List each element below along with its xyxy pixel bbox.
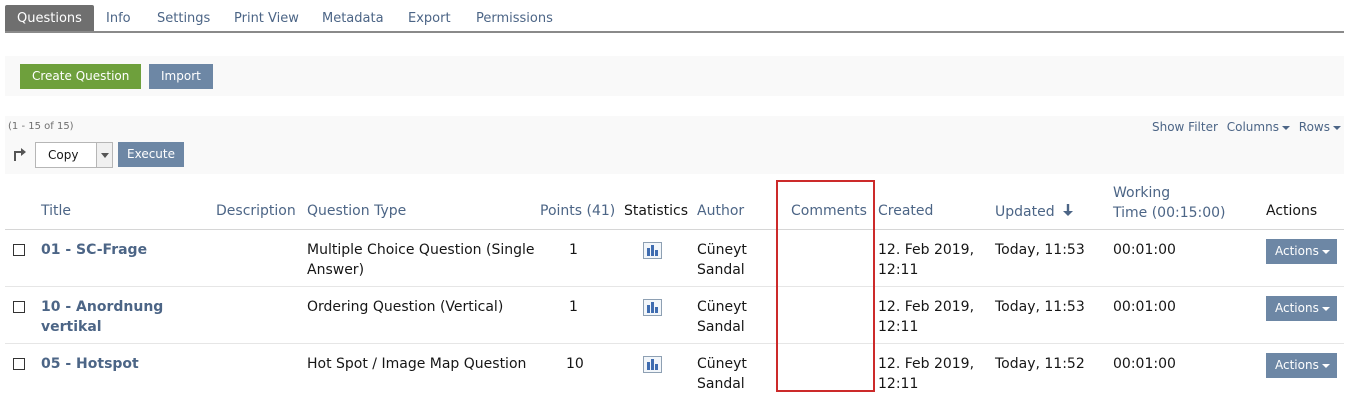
table-row: 05 - Hotspot Hot Spot / Image Map Questi… (5, 344, 1344, 401)
author-first: Cüneyt (697, 242, 747, 258)
actions-label: Actions (1275, 301, 1319, 315)
caret-down-icon (1281, 125, 1290, 130)
table-view-controls: Show Filter Columns Rows (1147, 120, 1341, 134)
created-date: 12. Feb 2019, 12:11 (878, 240, 974, 280)
caret-down-icon (1321, 306, 1330, 311)
column-points[interactable]: Points (41) (540, 203, 615, 219)
updated-date: Today, 11:53 (995, 299, 1085, 315)
question-type: Hot Spot / Image Map Question (307, 356, 527, 372)
updated-date: Today, 11:53 (995, 242, 1085, 258)
tab-settings[interactable]: Settings (157, 5, 210, 31)
question-type: Ordering Question (Vertical) (307, 299, 504, 315)
column-actions: Actions (1266, 203, 1318, 219)
rows-dropdown[interactable]: Rows (1299, 120, 1341, 134)
show-filter-link[interactable]: Show Filter (1152, 120, 1218, 134)
row-checkbox[interactable] (13, 358, 25, 370)
author: Cüneyt Sandal (697, 240, 747, 280)
tab-permissions[interactable]: Permissions (476, 5, 553, 31)
actions-label: Actions (1275, 358, 1319, 372)
points-value: 10 (566, 356, 584, 372)
table-row: 01 - SC-Frage Multiple Choice Question (… (5, 230, 1344, 287)
author-first: Cüneyt (697, 356, 747, 372)
question-title: 01 - SC-Frage (41, 242, 148, 258)
question-title-line2: vertikal (41, 319, 102, 335)
question-title-link[interactable]: 10 - Anordnung vertikal (41, 297, 163, 337)
author-last: Sandal (697, 262, 745, 278)
rows-label: Rows (1298, 120, 1330, 134)
question-title-link[interactable]: 01 - SC-Frage (41, 240, 147, 260)
statistics-icon[interactable] (643, 242, 662, 259)
tab-questions[interactable]: Questions (5, 5, 94, 31)
tab-info[interactable]: Info (106, 5, 131, 31)
tab-export[interactable]: Export (408, 5, 451, 31)
row-checkbox[interactable] (13, 244, 25, 256)
tab-bar: Questions Info Settings Print View Metad… (5, 5, 1344, 33)
arrow-down-icon (1063, 204, 1074, 216)
updated-date: Today, 11:52 (995, 356, 1085, 372)
execute-button[interactable]: Execute (118, 142, 184, 167)
tab-print-view[interactable]: Print View (234, 5, 299, 31)
created-date-line1: 12. Feb 2019, (878, 299, 975, 315)
table-row: 10 - Anordnung vertikal Ordering Questio… (5, 287, 1344, 344)
created-date-line2: 12:11 (878, 376, 919, 392)
author-first: Cüneyt (697, 299, 747, 315)
chevron-down-icon (96, 143, 112, 167)
statistics-icon[interactable] (643, 356, 662, 373)
turn-arrow-icon (14, 148, 26, 161)
row-checkbox[interactable] (13, 301, 25, 313)
question-title-link[interactable]: 05 - Hotspot (41, 354, 139, 374)
author: Cüneyt Sandal (697, 297, 747, 337)
points-value: 1 (569, 242, 578, 258)
bulk-action-value: Copy (48, 148, 79, 162)
column-title[interactable]: Title (41, 203, 71, 219)
column-statistics: Statistics (624, 203, 688, 219)
column-comments[interactable]: Comments (791, 203, 867, 219)
bulk-action-select[interactable]: Copy (35, 142, 113, 168)
points-value: 1 (569, 299, 578, 315)
column-updated-label: Updated (995, 204, 1055, 220)
created-date-line2: 12:11 (878, 262, 919, 278)
table-controls: (1 - 15 of 15) Show Filter Columns Rows … (5, 116, 1344, 174)
column-question-type[interactable]: Question Type (307, 203, 406, 219)
question-type: Multiple Choice Question (Single Answer) (307, 240, 535, 280)
actions-label: Actions (1275, 244, 1319, 258)
column-description[interactable]: Description (216, 203, 296, 219)
result-count: (1 - 15 of 15) (8, 121, 74, 132)
author-last: Sandal (697, 319, 745, 335)
import-button[interactable]: Import (149, 64, 213, 89)
statistics-icon[interactable] (643, 299, 662, 316)
tab-metadata[interactable]: Metadata (322, 5, 384, 31)
actions-button[interactable]: Actions (1266, 296, 1337, 321)
created-date: 12. Feb 2019, 12:11 (878, 354, 974, 394)
created-date: 12. Feb 2019, 12:11 (878, 297, 974, 337)
author-last: Sandal (697, 376, 745, 392)
column-created[interactable]: Created (878, 203, 933, 219)
caret-down-icon (1321, 363, 1330, 368)
question-title-line1: 10 - Anordnung (41, 299, 164, 315)
actions-button[interactable]: Actions (1266, 353, 1337, 378)
column-working-time-line2: Time (00:15:00) (1113, 205, 1226, 221)
actions-button[interactable]: Actions (1266, 239, 1337, 264)
columns-label: Columns (1226, 120, 1279, 134)
caret-down-icon (1321, 249, 1330, 254)
author: Cüneyt Sandal (697, 354, 747, 394)
working-time: 00:01:00 (1113, 299, 1176, 315)
caret-down-icon (1333, 125, 1341, 130)
column-working-time[interactable]: Working Time (00:15:00) (1113, 183, 1226, 223)
create-question-button[interactable]: Create Question (20, 64, 142, 89)
question-title: 05 - Hotspot (41, 356, 139, 372)
toolbar: Create Question Import (5, 56, 1344, 96)
column-working-time-line1: Working (1113, 185, 1171, 201)
created-date-line1: 12. Feb 2019, (878, 242, 975, 258)
column-author[interactable]: Author (697, 203, 744, 219)
created-date-line2: 12:11 (878, 319, 919, 335)
question-type-line2: Answer) (307, 262, 365, 278)
question-type-line1: Multiple Choice Question (Single (307, 242, 535, 258)
column-updated[interactable]: Updated (995, 203, 1074, 220)
working-time: 00:01:00 (1113, 356, 1176, 372)
working-time: 00:01:00 (1113, 242, 1176, 258)
columns-dropdown[interactable]: Columns (1227, 120, 1290, 134)
created-date-line1: 12. Feb 2019, (878, 356, 975, 372)
